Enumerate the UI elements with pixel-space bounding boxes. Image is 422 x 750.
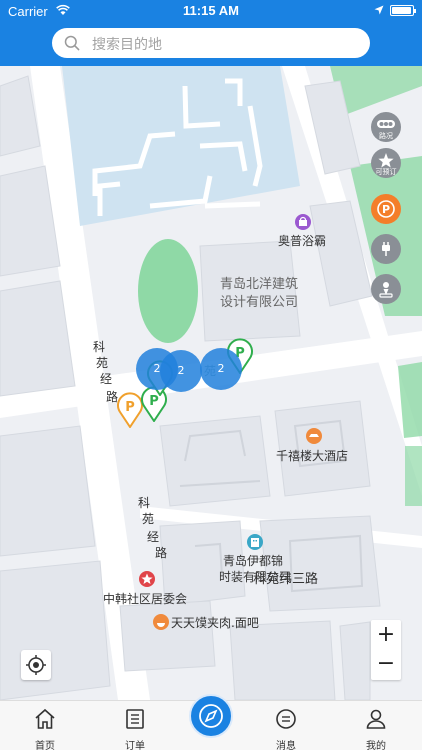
plug-icon [382, 242, 390, 256]
message-icon [276, 709, 296, 729]
bookable-button[interactable]: 可预订 [371, 148, 401, 178]
location-arrow-icon [374, 5, 384, 15]
road-label-keyuan-3: 经 [100, 372, 113, 386]
tab-label: 订单 [125, 741, 145, 750]
poi-label: 天天馍夹肉.面吧 [171, 616, 259, 630]
building-label-line1: 青岛北洋建筑 [220, 277, 299, 292]
tab-label: 消息 [276, 741, 296, 750]
locate-icon [26, 655, 46, 675]
road-label-keyuan-1: 科 [93, 340, 106, 354]
search-input[interactable]: 搜索目的地 [52, 28, 370, 58]
building-label: 青岛北洋建筑 设计有限公司 [220, 276, 298, 312]
order-icon [126, 709, 144, 729]
road-label-keyuan-7: 经 [147, 530, 160, 544]
clock: 11:15 AM [183, 3, 239, 18]
user-icon [366, 709, 386, 729]
parking-icon: P [377, 200, 395, 218]
tab-profile[interactable]: 我的 [341, 701, 411, 750]
top-header: Carrier 11:15 AM 搜索目的地 [0, 0, 422, 66]
bookable-label: 可预订 [375, 168, 397, 176]
zoom-control: + − [371, 620, 401, 680]
shopping-bag-icon [295, 214, 311, 230]
zoom-out-button[interactable]: − [371, 650, 401, 680]
parking-cluster[interactable]: 2 [200, 348, 242, 390]
locate-me-button[interactable] [21, 650, 51, 680]
compass-icon [199, 704, 223, 728]
search-placeholder: 搜索目的地 [92, 37, 162, 53]
parking-cluster[interactable]: 2 [160, 350, 202, 392]
building-label-line2: 设计有限公司 [220, 295, 299, 310]
building-icon [247, 534, 263, 550]
star-icon [139, 571, 155, 587]
poi-label-line2: 时装有限公司 [219, 570, 292, 584]
road-label-keyuan-5: 科 [138, 496, 151, 510]
person-pin-icon [379, 282, 393, 298]
zoom-in-button[interactable]: + [371, 620, 401, 650]
svg-text:P: P [149, 394, 159, 409]
hotel-icon [306, 428, 322, 444]
tab-label: 首页 [35, 741, 55, 750]
status-bar: Carrier 11:15 AM [0, 0, 422, 22]
poi-label: 千禧楼大酒店 [276, 449, 349, 463]
road-label-keyuan-6: 苑 [142, 512, 155, 526]
home-icon [35, 708, 55, 729]
poi-label: 奥普浴霸 [278, 234, 327, 248]
person-location-button[interactable] [371, 274, 401, 304]
poi-label: 中韩社区居委会 [103, 592, 188, 606]
tab-label: 我的 [366, 741, 386, 750]
tab-messages[interactable]: 消息 [251, 701, 321, 750]
search-icon [64, 35, 80, 51]
road-label-keyuan-2: 苑 [96, 356, 109, 370]
svg-text:P: P [125, 400, 135, 415]
svg-text:P: P [382, 203, 390, 216]
tab-home[interactable]: 首页 [10, 701, 80, 750]
poi-label: 青岛伊都锦 [223, 554, 284, 568]
navigation-compass-button[interactable] [189, 694, 233, 738]
road-label-keyuan-8: 路 [155, 546, 168, 560]
charging-filter-button[interactable] [371, 234, 401, 264]
traffic-label: 路况 [379, 132, 393, 140]
restaurant-icon [153, 614, 169, 630]
tab-orders[interactable]: 订单 [100, 701, 170, 750]
parking-filter-button[interactable]: P [371, 194, 401, 224]
map-view[interactable]: 青岛北洋建筑 设计有限公司 科 苑 经 路 科 苑 经 路 科苑纬三路 苑 奥普… [0, 66, 422, 700]
traffic-button[interactable]: 路况 [371, 112, 401, 142]
battery-icon [390, 5, 416, 16]
